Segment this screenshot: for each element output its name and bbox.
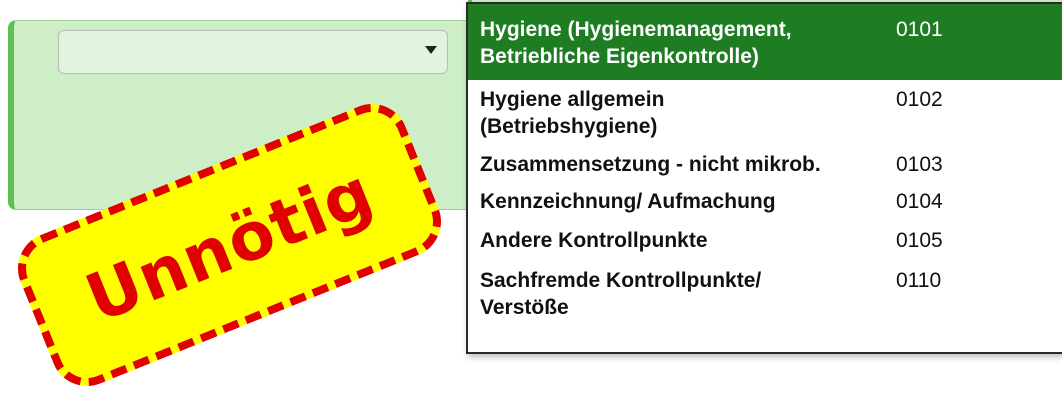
- dropdown-option[interactable]: Sachfremde Kontrollpunkte/ Verstöße 0110: [468, 259, 1062, 339]
- option-label: Andere Kontrollpunkte: [480, 229, 708, 252]
- option-code: 0101: [896, 18, 943, 41]
- dropdown-option[interactable]: Kennzeichnung/ Aufmachung 0104: [468, 182, 1062, 219]
- option-code: 0102: [896, 88, 943, 111]
- category-select[interactable]: [58, 30, 448, 74]
- option-code: 0110: [896, 269, 942, 292]
- dropdown-list[interactable]: Hygiene (Hygienemanagement, Betriebliche…: [466, 2, 1062, 354]
- option-label: Hygiene (Hygienemanagement, Betriebliche…: [480, 18, 792, 68]
- option-label: Kennzeichnung/ Aufmachung: [480, 190, 776, 213]
- dropdown-option[interactable]: Andere Kontrollpunkte 0105: [468, 219, 1062, 259]
- dropdown-option[interactable]: Hygiene (Hygienemanagement, Betriebliche…: [468, 4, 1062, 80]
- option-label: Sachfremde Kontrollpunkte/ Verstöße: [480, 269, 762, 319]
- option-code: 0104: [896, 190, 943, 213]
- option-label: Hygiene allgemein (Betriebshygiene): [480, 88, 665, 138]
- dropdown-option[interactable]: Hygiene allgemein (Betriebshygiene) 0102: [468, 80, 1062, 145]
- dropdown-arrow-icon[interactable]: [425, 46, 437, 54]
- option-label: Zusammensetzung - nicht mikrob.: [480, 153, 821, 176]
- option-code: 0103: [896, 153, 943, 176]
- dropdown-option[interactable]: Zusammensetzung - nicht mikrob. 0103: [468, 145, 1062, 182]
- option-code: 0105: [896, 229, 943, 252]
